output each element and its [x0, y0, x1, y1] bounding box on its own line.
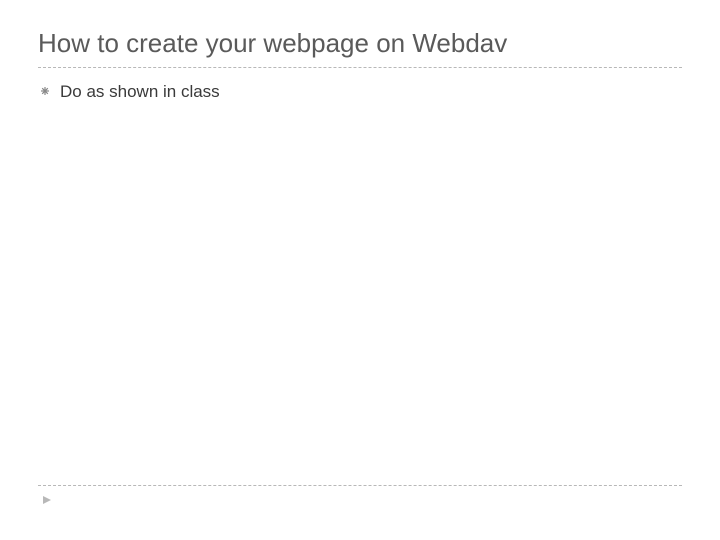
footer-arrow-icon — [42, 492, 52, 509]
slide-container: How to create your webpage on Webdav Do … — [0, 0, 720, 540]
slide-title: How to create your webpage on Webdav — [38, 28, 682, 68]
slide-content: Do as shown in class — [38, 82, 682, 102]
bullet-icon — [40, 83, 50, 101]
bullet-text: Do as shown in class — [60, 82, 220, 102]
bullet-item: Do as shown in class — [40, 82, 682, 102]
slide-footer — [38, 485, 682, 510]
